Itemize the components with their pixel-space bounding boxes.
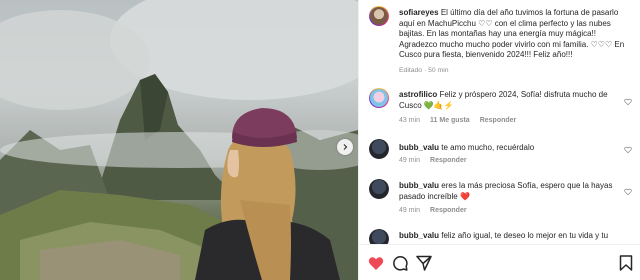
comment-username[interactable]: bubb_valu (399, 231, 439, 240)
comment-emoji: ❤️ (459, 191, 470, 201)
comment-time: 43 min (399, 117, 421, 124)
commenter-avatar[interactable] (369, 179, 389, 199)
comment-like-heart-icon[interactable] (624, 98, 632, 106)
comment-button[interactable] (391, 254, 409, 272)
reply-button[interactable]: Responder (430, 207, 467, 214)
comment-meta: 43 min 11 Me gusta Responder (399, 117, 516, 124)
reply-button[interactable]: Responder (480, 117, 517, 124)
caption-edited-time: Editado · 50 min (399, 67, 449, 74)
post-caption: sofiareyes El último día del año tuvimos… (399, 8, 631, 61)
paper-plane-icon (416, 255, 432, 271)
comment-bubble-icon (393, 256, 408, 271)
comment-text: feliz año igual, te deseo lo mejor en tu… (441, 231, 609, 240)
author-username[interactable]: sofiareyes (399, 8, 439, 17)
post-action-bar (359, 244, 640, 280)
comment-item: bubb_valu feliz año igual, te deseo lo m… (399, 231, 640, 242)
comment-username[interactable]: astrofilico (399, 90, 437, 99)
chevron-right-icon (343, 144, 348, 150)
comment-item: bubb_valu te amo mucho, recuérdalo (399, 143, 631, 154)
commenter-avatar[interactable] (369, 88, 389, 108)
comment-item: astrofilico Feliz y próspero 2024, Sofía… (399, 90, 631, 111)
comment-like-heart-icon[interactable] (624, 146, 632, 154)
comment-username[interactable]: bubb_valu (399, 143, 439, 152)
comment-time: 49 min (399, 207, 421, 214)
photo-scene (0, 0, 358, 280)
comment-emoji: 💚🤙⚡ (423, 100, 454, 110)
next-photo-button[interactable] (337, 139, 353, 155)
comment-item: bubb_valu eres la más preciosa Sofía, es… (399, 181, 631, 202)
save-button[interactable] (617, 254, 635, 272)
bookmark-icon (619, 255, 633, 271)
post-photo (0, 0, 358, 280)
comment-username[interactable]: bubb_valu (399, 181, 439, 190)
comment-meta: 49 min Responder (399, 207, 467, 214)
heart-icon (368, 256, 384, 270)
comment-likes[interactable]: 11 Me gusta (430, 117, 470, 124)
share-button[interactable] (415, 254, 433, 272)
comment-like-heart-icon[interactable] (624, 188, 632, 196)
post-side-panel: sofiareyes El último día del año tuvimos… (358, 0, 640, 280)
commenter-avatar[interactable] (369, 139, 389, 159)
reply-button[interactable]: Responder (430, 157, 467, 164)
comment-text: te amo mucho, recuérdalo (441, 143, 535, 152)
like-button[interactable] (367, 254, 385, 272)
comment-time: 49 min (399, 157, 421, 164)
author-avatar[interactable] (369, 6, 389, 26)
comment-meta: 49 min Responder (399, 157, 467, 164)
